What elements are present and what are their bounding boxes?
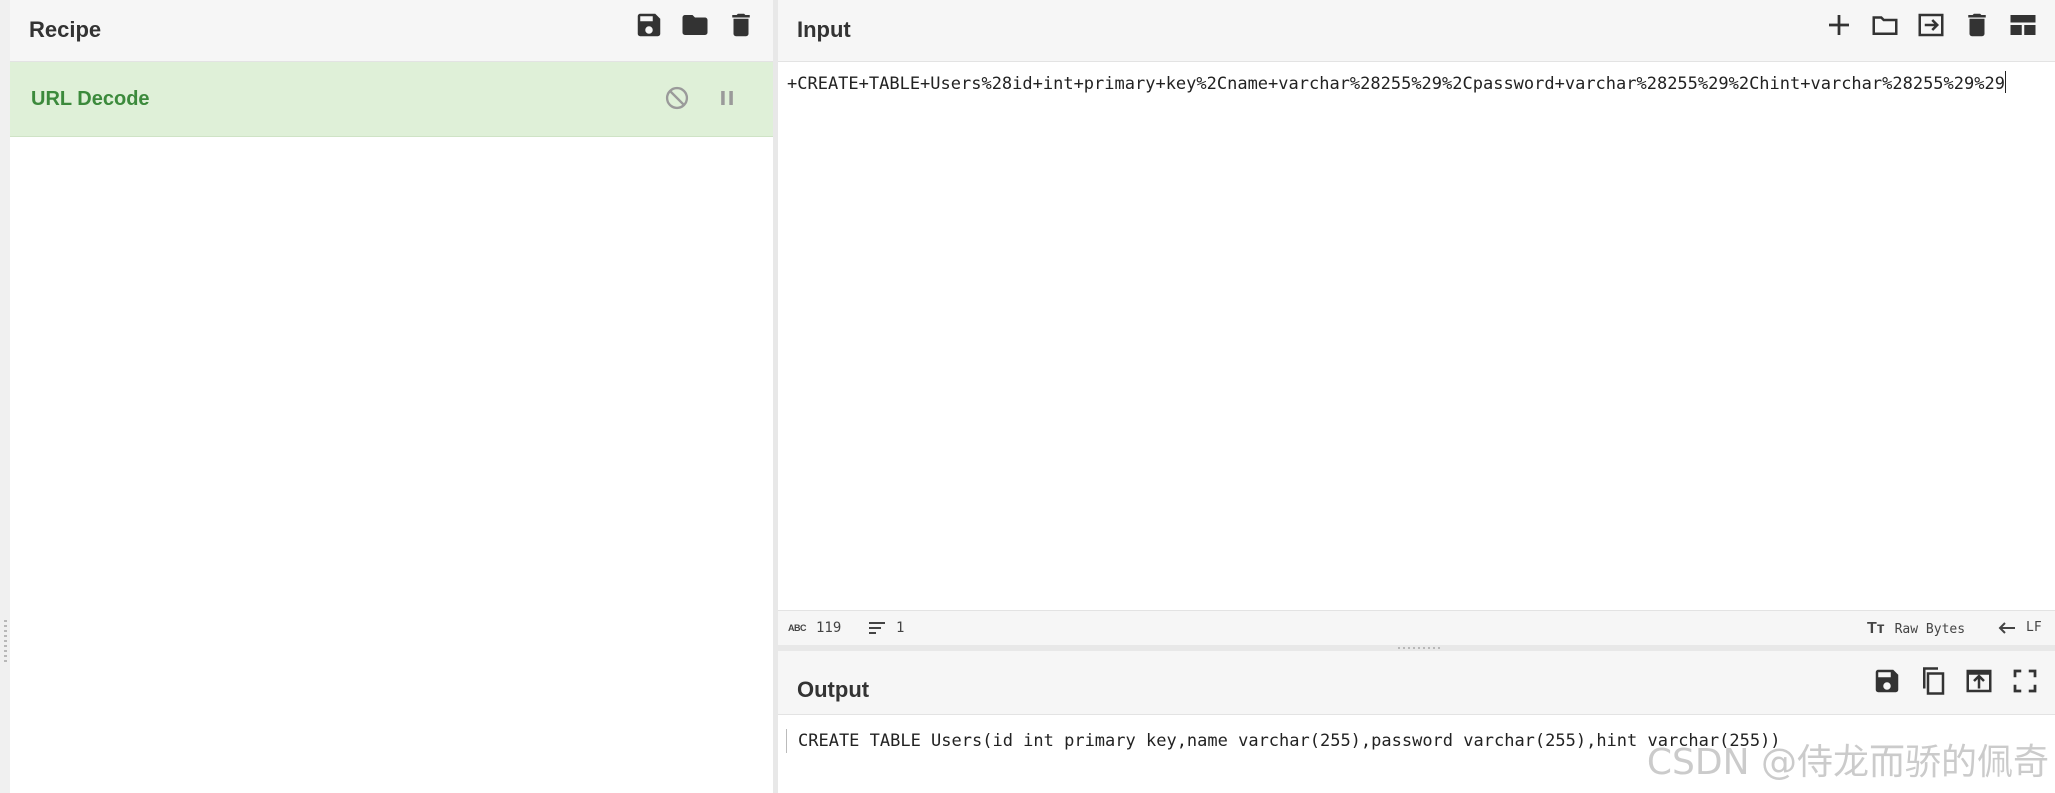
text-caret (2004, 71, 2006, 93)
input-textarea[interactable]: +CREATE+TABLE+Users%28id+int+primary+key… (787, 70, 2047, 99)
lines-icon (869, 622, 885, 634)
line-count: 1 (896, 620, 905, 636)
recipe-title: Recipe (29, 17, 102, 42)
text-encoding-icon: Tт (1867, 620, 1885, 637)
import-icon[interactable] (1915, 9, 1947, 41)
save-icon[interactable] (633, 9, 665, 41)
operation-controls (661, 82, 743, 114)
char-count-status: ABC 119 (788, 620, 841, 636)
save-icon[interactable] (1871, 665, 1903, 697)
output-toolbar (1871, 665, 2041, 697)
layout-icon[interactable] (2007, 9, 2039, 41)
operation-url-decode[interactable]: URL Decode (10, 62, 773, 137)
copy-icon[interactable] (1917, 665, 1949, 697)
input-title: Input (797, 17, 851, 42)
plus-icon[interactable] (1823, 9, 1855, 41)
resize-grip[interactable] (4, 620, 7, 662)
input-value: +CREATE+TABLE+Users%28id+int+primary+key… (787, 74, 2005, 94)
replace-input-icon[interactable] (1963, 665, 1995, 697)
recipe-header: Recipe (10, 0, 773, 62)
output-line-gutter (786, 729, 787, 753)
input-panel: Input +CREATE+TABLE+Users%28id+int+prima… (778, 0, 2055, 645)
folder-icon[interactable] (679, 9, 711, 41)
trash-icon[interactable] (725, 9, 757, 41)
eol-label: LF (2026, 620, 2042, 635)
trash-icon[interactable] (1961, 9, 1993, 41)
splitter-grip[interactable] (1398, 647, 1442, 649)
char-count: 119 (816, 620, 842, 636)
encoding-selector[interactable]: Tт Raw Bytes (1867, 620, 1965, 638)
return-icon (1998, 621, 2015, 634)
pause-icon[interactable] (711, 82, 743, 114)
operation-name: URL Decode (31, 88, 150, 110)
recipe-toolbar (633, 9, 757, 41)
input-header: Input (778, 0, 2055, 62)
output-text[interactable]: CREATE TABLE Users(id int primary key,na… (798, 731, 1781, 751)
left-resize-gutter[interactable] (0, 0, 10, 793)
input-status-bar: ABC 119 1 Tт Raw Bytes LF (778, 610, 2055, 645)
encoding-label: Raw Bytes (1894, 621, 1966, 637)
recipe-panel: Recipe URL Decode (10, 0, 773, 793)
fullscreen-icon[interactable] (2009, 665, 2041, 697)
eol-selector[interactable]: LF (1998, 620, 2042, 635)
input-toolbar (1823, 9, 2039, 41)
abc-icon: ABC (788, 623, 807, 633)
line-count-status: 1 (868, 620, 904, 636)
folder-icon[interactable] (1869, 9, 1901, 41)
output-header: Output (778, 651, 2055, 715)
output-title: Output (797, 677, 870, 702)
disable-icon[interactable] (661, 82, 693, 114)
watermark: CSDN @侍龙而骄的佩奇 (1646, 742, 2049, 783)
